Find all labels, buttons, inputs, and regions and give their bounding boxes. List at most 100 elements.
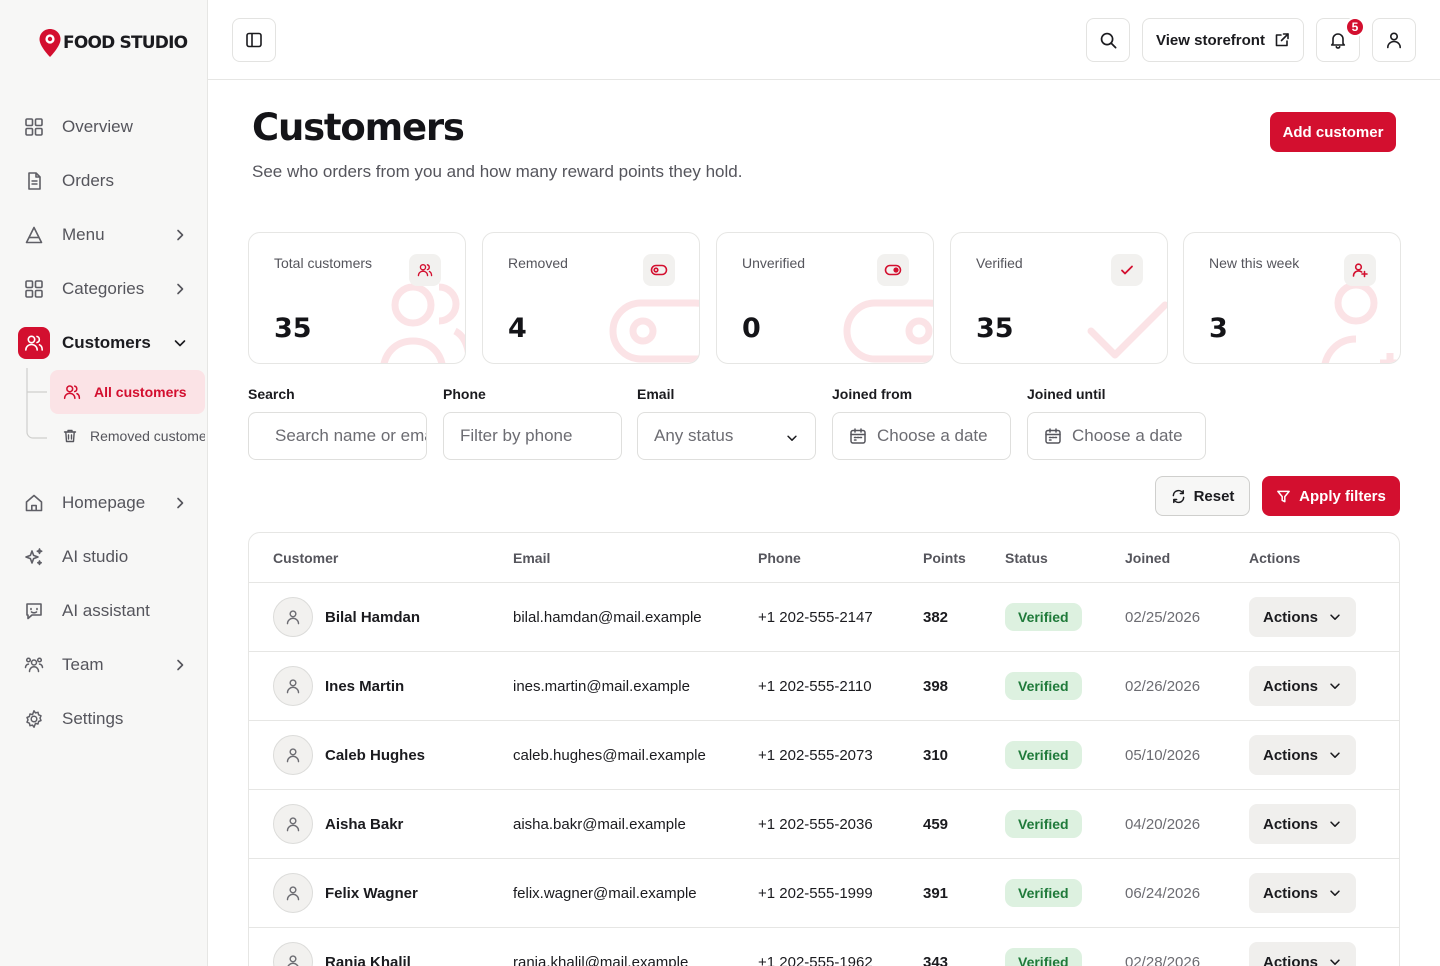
trash-icon	[62, 428, 78, 444]
apply-filters-button[interactable]: Apply filters	[1262, 476, 1400, 516]
customer-name[interactable]: Aisha Bakr	[325, 816, 403, 833]
table-row[interactable]: Aisha Bakr aisha.bakr@mail.example +1 20…	[249, 790, 1399, 859]
sidebar-item-homepage[interactable]: Homepage	[18, 476, 196, 530]
chevron-down-icon	[1330, 683, 1340, 689]
user-icon	[1387, 32, 1401, 49]
sidebar-item-label: Categories	[62, 279, 145, 298]
tree-connector	[26, 368, 47, 439]
users-icon	[18, 327, 50, 359]
sidebar-item-categories[interactable]: Categories	[18, 262, 196, 316]
customer-name[interactable]: Felix Wagner	[325, 885, 418, 902]
column-header-joined[interactable]: Joined	[1125, 550, 1170, 566]
row-actions-button[interactable]: Actions	[1249, 666, 1356, 706]
brand-logo[interactable]: FOOD STUDIO	[38, 28, 188, 58]
stat-label: Removed	[508, 255, 568, 271]
reset-filters-button[interactable]: Reset	[1155, 476, 1250, 516]
column-header-phone[interactable]: Phone	[758, 550, 801, 566]
column-header-status[interactable]: Status	[1005, 550, 1048, 566]
sparkles-icon	[18, 541, 50, 573]
stat-card-removed: Removed 4	[482, 232, 700, 364]
sidebar-item-overview[interactable]: Overview	[18, 100, 196, 154]
subnav-item-removed-customers[interactable]: Removed customers	[50, 414, 205, 458]
joined-from-placeholder: Choose a date	[877, 426, 988, 445]
user-icon	[286, 886, 300, 901]
row-actions-button[interactable]: Actions	[1249, 942, 1356, 966]
customer-name[interactable]: Ines Martin	[325, 678, 404, 695]
toggle-on-icon	[877, 254, 909, 286]
sidebar-item-team[interactable]: Team	[18, 638, 196, 692]
actions-label: Actions	[1262, 884, 1318, 902]
sidebar-item-settings[interactable]: Settings	[18, 692, 196, 746]
chevron-down-icon	[1330, 821, 1340, 827]
user-icon	[286, 817, 300, 832]
status-badge: Verified	[1005, 810, 1082, 838]
sidebar-item-ai-studio[interactable]: AI studio	[18, 530, 196, 584]
search-icon	[1100, 32, 1116, 48]
gear-icon	[18, 703, 50, 735]
view-storefront-label: View storefront	[1156, 31, 1265, 49]
sidebar-item-menu[interactable]: Menu	[18, 208, 196, 262]
customer-name[interactable]: Rania Khalil	[325, 954, 411, 966]
customer-phone: +1 202-555-1962	[758, 954, 873, 966]
customer-points: 398	[923, 678, 949, 695]
subnav-item-all-customers[interactable]: All customers	[50, 370, 205, 414]
joined-from-date-input[interactable]: Choose a date	[832, 412, 1011, 460]
toggle-watermark-icon	[609, 299, 699, 363]
email-status-select[interactable]: Any status	[637, 412, 816, 460]
actions-label: Actions	[1262, 677, 1318, 695]
user-plus-watermark-icon	[1321, 281, 1400, 363]
row-actions-button[interactable]: Actions	[1249, 735, 1356, 775]
filter-icon	[1277, 490, 1291, 502]
row-actions-button[interactable]: Actions	[1249, 804, 1356, 844]
grid-icon	[18, 111, 50, 143]
table-row[interactable]: Bilal Hamdan bilal.hamdan@mail.example +…	[249, 583, 1399, 652]
customer-points: 310	[923, 747, 949, 764]
check-watermark-icon	[1087, 301, 1167, 359]
subnav-item-label: All customers	[94, 384, 187, 400]
sidebar-item-customers[interactable]: Customers	[18, 316, 196, 370]
sidebar-item-ai-assistant[interactable]: AI assistant	[18, 584, 196, 638]
column-header-actions: Actions	[1249, 550, 1301, 566]
sidebar-item-orders[interactable]: Orders	[18, 154, 196, 208]
calendar-icon	[850, 428, 866, 444]
customer-points: 382	[923, 609, 949, 626]
phone-input[interactable]: Filter by phone	[443, 412, 622, 460]
sidebar-panel-icon	[246, 32, 262, 48]
stat-label: Verified	[976, 255, 1023, 271]
phone-filter-label: Phone	[443, 386, 486, 402]
user-menu-button[interactable]	[1372, 18, 1416, 62]
chevron-down-icon	[1330, 890, 1340, 896]
sidebar-item-label: Customers	[62, 333, 151, 352]
users-icon	[409, 254, 441, 286]
customer-phone: +1 202-555-1999	[758, 885, 873, 902]
phone-input-placeholder: Filter by phone	[460, 426, 573, 445]
column-header-customer[interactable]: Customer	[273, 550, 338, 566]
column-header-email[interactable]: Email	[513, 550, 550, 566]
user-icon	[286, 748, 300, 763]
row-actions-button[interactable]: Actions	[1249, 873, 1356, 913]
search-button[interactable]	[1086, 18, 1130, 62]
table-row[interactable]: Ines Martin ines.martin@mail.example +1 …	[249, 652, 1399, 721]
chevron-down-icon	[1330, 752, 1340, 758]
sidebar-toggle-button[interactable]	[232, 18, 276, 62]
joined-until-date-input[interactable]: Choose a date	[1027, 412, 1206, 460]
toggle-off-icon	[643, 254, 675, 286]
table-row[interactable]: Rania Khalil rania.khalil@mail.example +…	[249, 928, 1399, 966]
stat-card-unverified: Unverified 0	[716, 232, 934, 364]
home-icon	[18, 487, 50, 519]
status-badge: Verified	[1005, 741, 1082, 769]
notifications-button[interactable]: 5	[1316, 17, 1365, 62]
stat-value: 35	[976, 313, 1014, 344]
table-row[interactable]: Caleb Hughes caleb.hughes@mail.example +…	[249, 721, 1399, 790]
customer-name[interactable]: Caleb Hughes	[325, 747, 425, 764]
customer-name[interactable]: Bilal Hamdan	[325, 609, 420, 626]
chevron-down-icon	[1330, 614, 1340, 620]
column-header-points[interactable]: Points	[923, 550, 966, 566]
customer-email: ines.martin@mail.example	[513, 678, 690, 695]
table-row[interactable]: Felix Wagner felix.wagner@mail.example +…	[249, 859, 1399, 928]
view-storefront-button[interactable]: View storefront	[1142, 18, 1304, 62]
row-actions-button[interactable]: Actions	[1249, 597, 1356, 637]
search-input[interactable]: Search name or email	[248, 412, 427, 460]
email-filter-label: Email	[637, 386, 675, 402]
add-customer-button[interactable]: Add customer	[1270, 112, 1396, 152]
